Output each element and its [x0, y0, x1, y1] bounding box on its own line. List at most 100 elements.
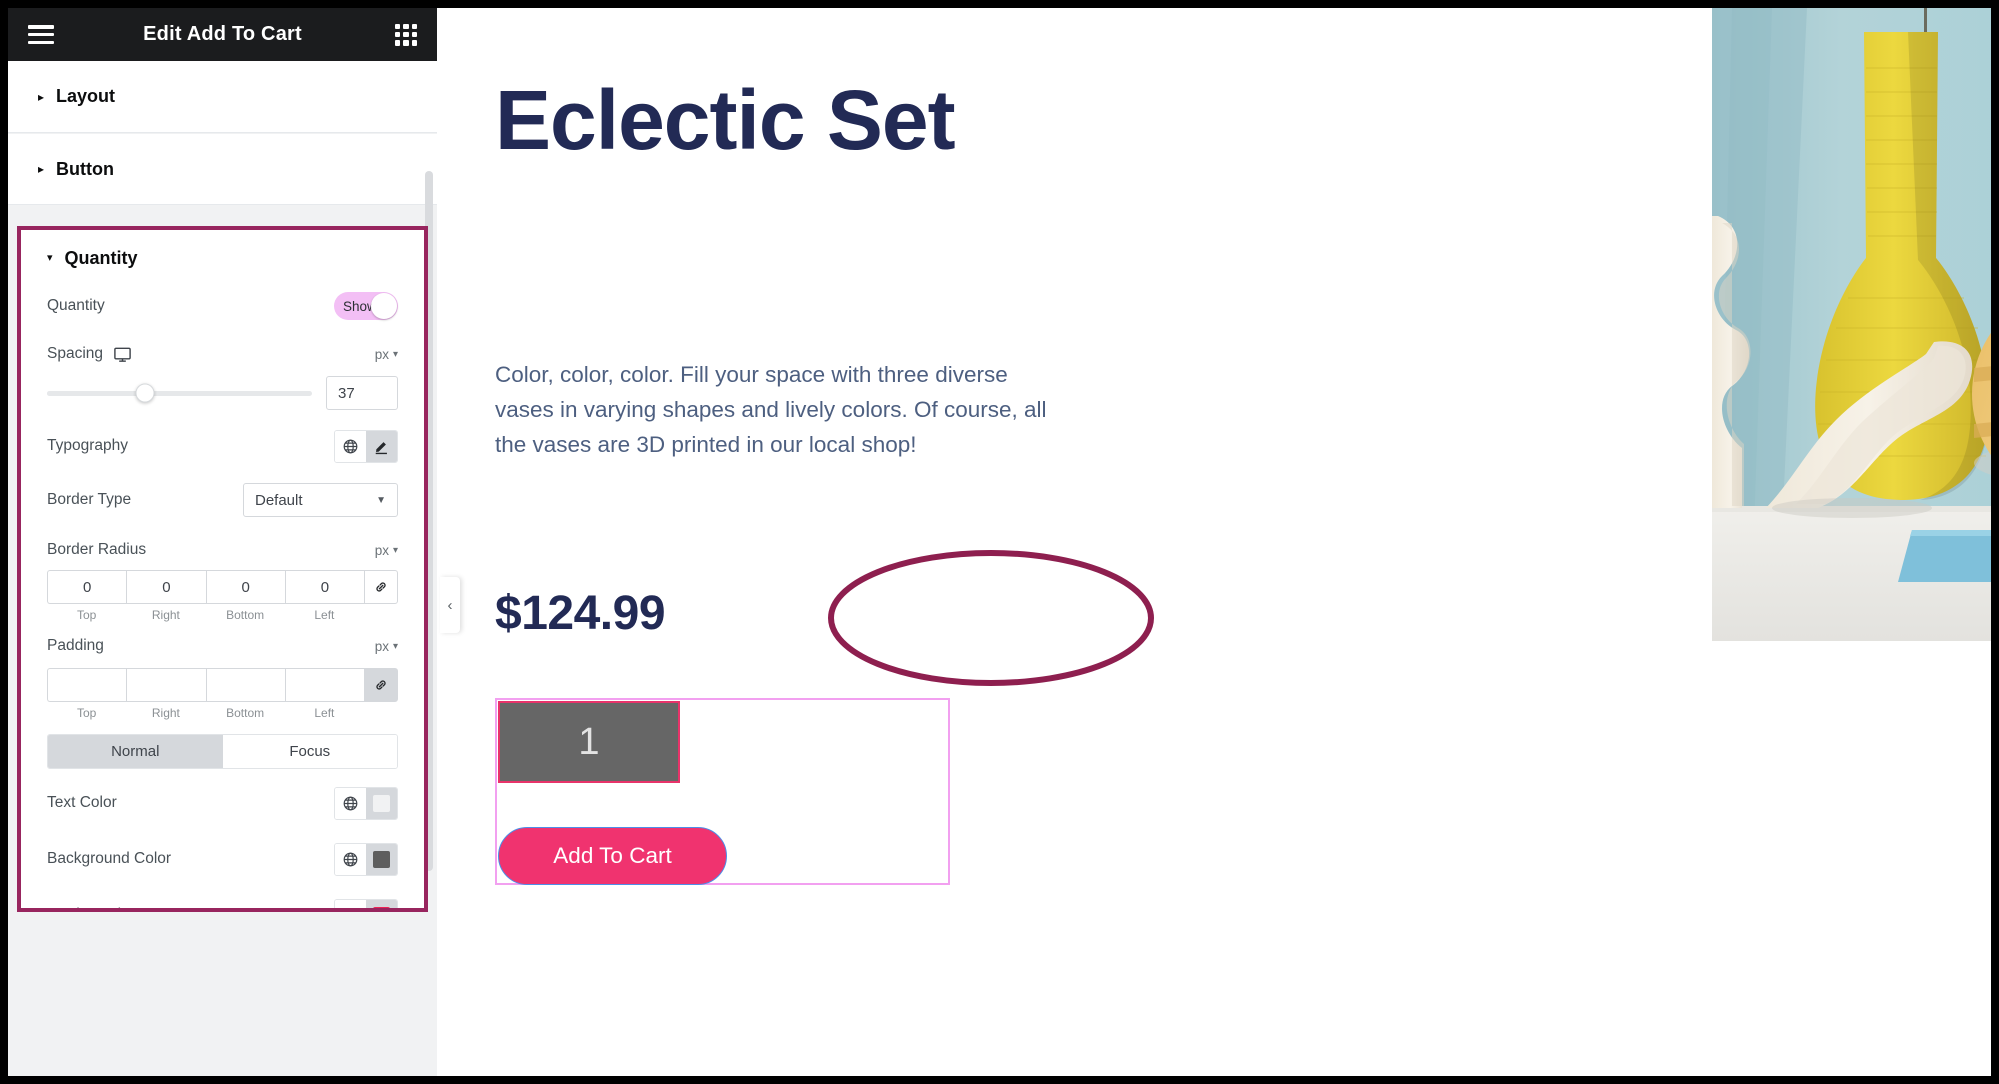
state-tabs: Normal Focus [47, 734, 398, 769]
side-label-right: Right [151, 706, 180, 720]
globe-icon[interactable] [335, 787, 366, 819]
border-radius-side-labels: Top Right Bottom Left [47, 608, 398, 622]
quantity-input[interactable]: 1 [498, 701, 680, 783]
sidebar-section-button[interactable]: ▸ Button [8, 133, 437, 205]
side-label-bottom: Bottom [226, 608, 265, 622]
border-type-select[interactable]: Default ▼ [243, 483, 398, 517]
side-label-left: Left [314, 706, 335, 720]
side-label-right: Right [151, 608, 180, 622]
control-text-color: Text Color [47, 783, 398, 823]
label-border-color: Border Color [47, 906, 334, 908]
border-radius-inputs: 0 0 0 0 [47, 570, 398, 604]
text-color-swatch [373, 794, 390, 812]
annotation-ellipse [828, 550, 1154, 686]
desktop-monitor-icon[interactable] [113, 345, 132, 364]
add-to-cart-widget[interactable]: 1 Add To Cart [495, 698, 950, 885]
label-border-type: Border Type [47, 491, 132, 508]
spacing-slider[interactable] [47, 383, 312, 403]
border-color-controls [334, 898, 398, 908]
background-color-swatch [373, 850, 390, 868]
add-to-cart-button[interactable]: Add To Cart [498, 827, 727, 885]
border-radius-left-input[interactable]: 0 [284, 570, 364, 604]
padding-left-input[interactable] [284, 668, 364, 702]
section-header-quantity[interactable]: ▾ Quantity [21, 230, 424, 286]
sidebar-section-quantity: ▾ Quantity Quantity Show Spacing px ▾ 37… [17, 226, 428, 912]
chevron-down-icon: ▾ [392, 348, 398, 360]
grid-apps-icon[interactable] [395, 23, 417, 46]
label-quantity: Quantity [47, 297, 105, 314]
side-label-top: Top [76, 608, 97, 622]
panel-body: ▸ Layout ▸ Button ▾ Quantity Quantity Sh… [8, 61, 437, 1076]
chevron-right-icon: ▸ [38, 89, 45, 104]
chevron-down-icon: ▾ [47, 251, 53, 264]
control-padding-header: Padding px ▾ [47, 628, 398, 664]
slider-fill [47, 390, 146, 396]
tab-focus[interactable]: Focus [222, 735, 397, 768]
chevron-right-icon: ▸ [38, 162, 45, 176]
label-typography: Typography [47, 437, 128, 454]
text-color-controls [334, 786, 398, 820]
control-quantity-visibility: Quantity Show [47, 286, 398, 326]
panel-collapse-button[interactable]: ‹ [440, 577, 460, 633]
border-radius-bottom-input[interactable]: 0 [205, 570, 285, 604]
panel-header: Edit Add To Cart [8, 8, 437, 61]
padding-inputs [47, 668, 398, 702]
label-padding: Padding [47, 637, 104, 654]
border-color-swatch [373, 906, 390, 908]
quantity-controls: Quantity Show Spacing px ▾ 37 Typography… [21, 286, 424, 908]
control-spacing-header: Spacing px ▾ [47, 334, 398, 374]
control-border-radius-header: Border Radius px ▾ [47, 534, 398, 566]
globe-icon[interactable] [335, 843, 366, 875]
section-label-layout: Layout [56, 86, 116, 106]
text-color-swatch-button[interactable] [366, 787, 397, 819]
tab-normal[interactable]: Normal [48, 735, 223, 768]
label-spacing: Spacing [47, 345, 104, 362]
background-color-controls [334, 842, 398, 876]
spacing-unit-label: px [374, 346, 389, 362]
label-background-color: Background Color [47, 850, 172, 867]
control-background-color: Background Color [47, 839, 398, 879]
side-label-left: Left [314, 608, 335, 622]
link-chain-icon[interactable] [364, 570, 398, 604]
border-radius-right-input[interactable]: 0 [126, 570, 206, 604]
quantity-show-toggle[interactable]: Show [334, 292, 398, 320]
product-image [1712, 8, 1991, 641]
product-price: $124.99 [495, 587, 666, 640]
padding-side-labels: Top Right Bottom Left [47, 706, 398, 720]
panel-title: Edit Add To Cart [143, 23, 302, 45]
spacing-unit-selector[interactable]: px ▾ [375, 347, 398, 362]
link-chain-icon[interactable] [364, 668, 398, 702]
padding-bottom-input[interactable] [205, 668, 285, 702]
padding-unit-selector[interactable]: px ▾ [375, 639, 398, 654]
product-description: Color, color, color. Fill your space wit… [495, 362, 1047, 457]
pencil-edit-icon[interactable] [366, 430, 397, 462]
border-color-swatch-button[interactable] [366, 899, 397, 908]
page-title: Eclectic Set [495, 73, 956, 167]
page-preview: Eclectic Set Color, color, color. Fill y… [437, 8, 1991, 1076]
typography-controls [334, 429, 398, 463]
padding-right-input[interactable] [126, 668, 206, 702]
toggle-knob [371, 293, 397, 319]
side-label-bottom: Bottom [226, 706, 265, 720]
section-label-quantity: Quantity [64, 247, 138, 268]
globe-icon[interactable] [335, 430, 366, 462]
control-typography: Typography [47, 426, 398, 466]
sidebar-section-layout[interactable]: ▸ Layout [8, 61, 437, 133]
chevron-down-icon: ▼ [376, 494, 386, 506]
border-type-value: Default [255, 491, 303, 509]
hamburger-icon[interactable] [28, 25, 54, 44]
label-border-radius: Border Radius [47, 541, 147, 558]
padding-unit-label: px [374, 638, 389, 654]
padding-top-input[interactable] [47, 668, 127, 702]
label-text-color: Text Color [47, 794, 117, 811]
background-color-swatch-button[interactable] [366, 843, 397, 875]
chevron-down-icon: ▾ [392, 544, 398, 556]
editor-panel: Edit Add To Cart ▸ Layout ▸ Button ▾ Qua… [8, 8, 437, 1076]
side-label-top: Top [76, 706, 97, 720]
border-radius-top-input[interactable]: 0 [47, 570, 127, 604]
slider-thumb[interactable] [135, 383, 155, 403]
section-label-button: Button [56, 158, 115, 179]
spacing-value-input[interactable]: 37 [326, 376, 398, 410]
globe-icon[interactable] [335, 899, 366, 908]
border-radius-unit-selector[interactable]: px ▾ [375, 543, 398, 558]
